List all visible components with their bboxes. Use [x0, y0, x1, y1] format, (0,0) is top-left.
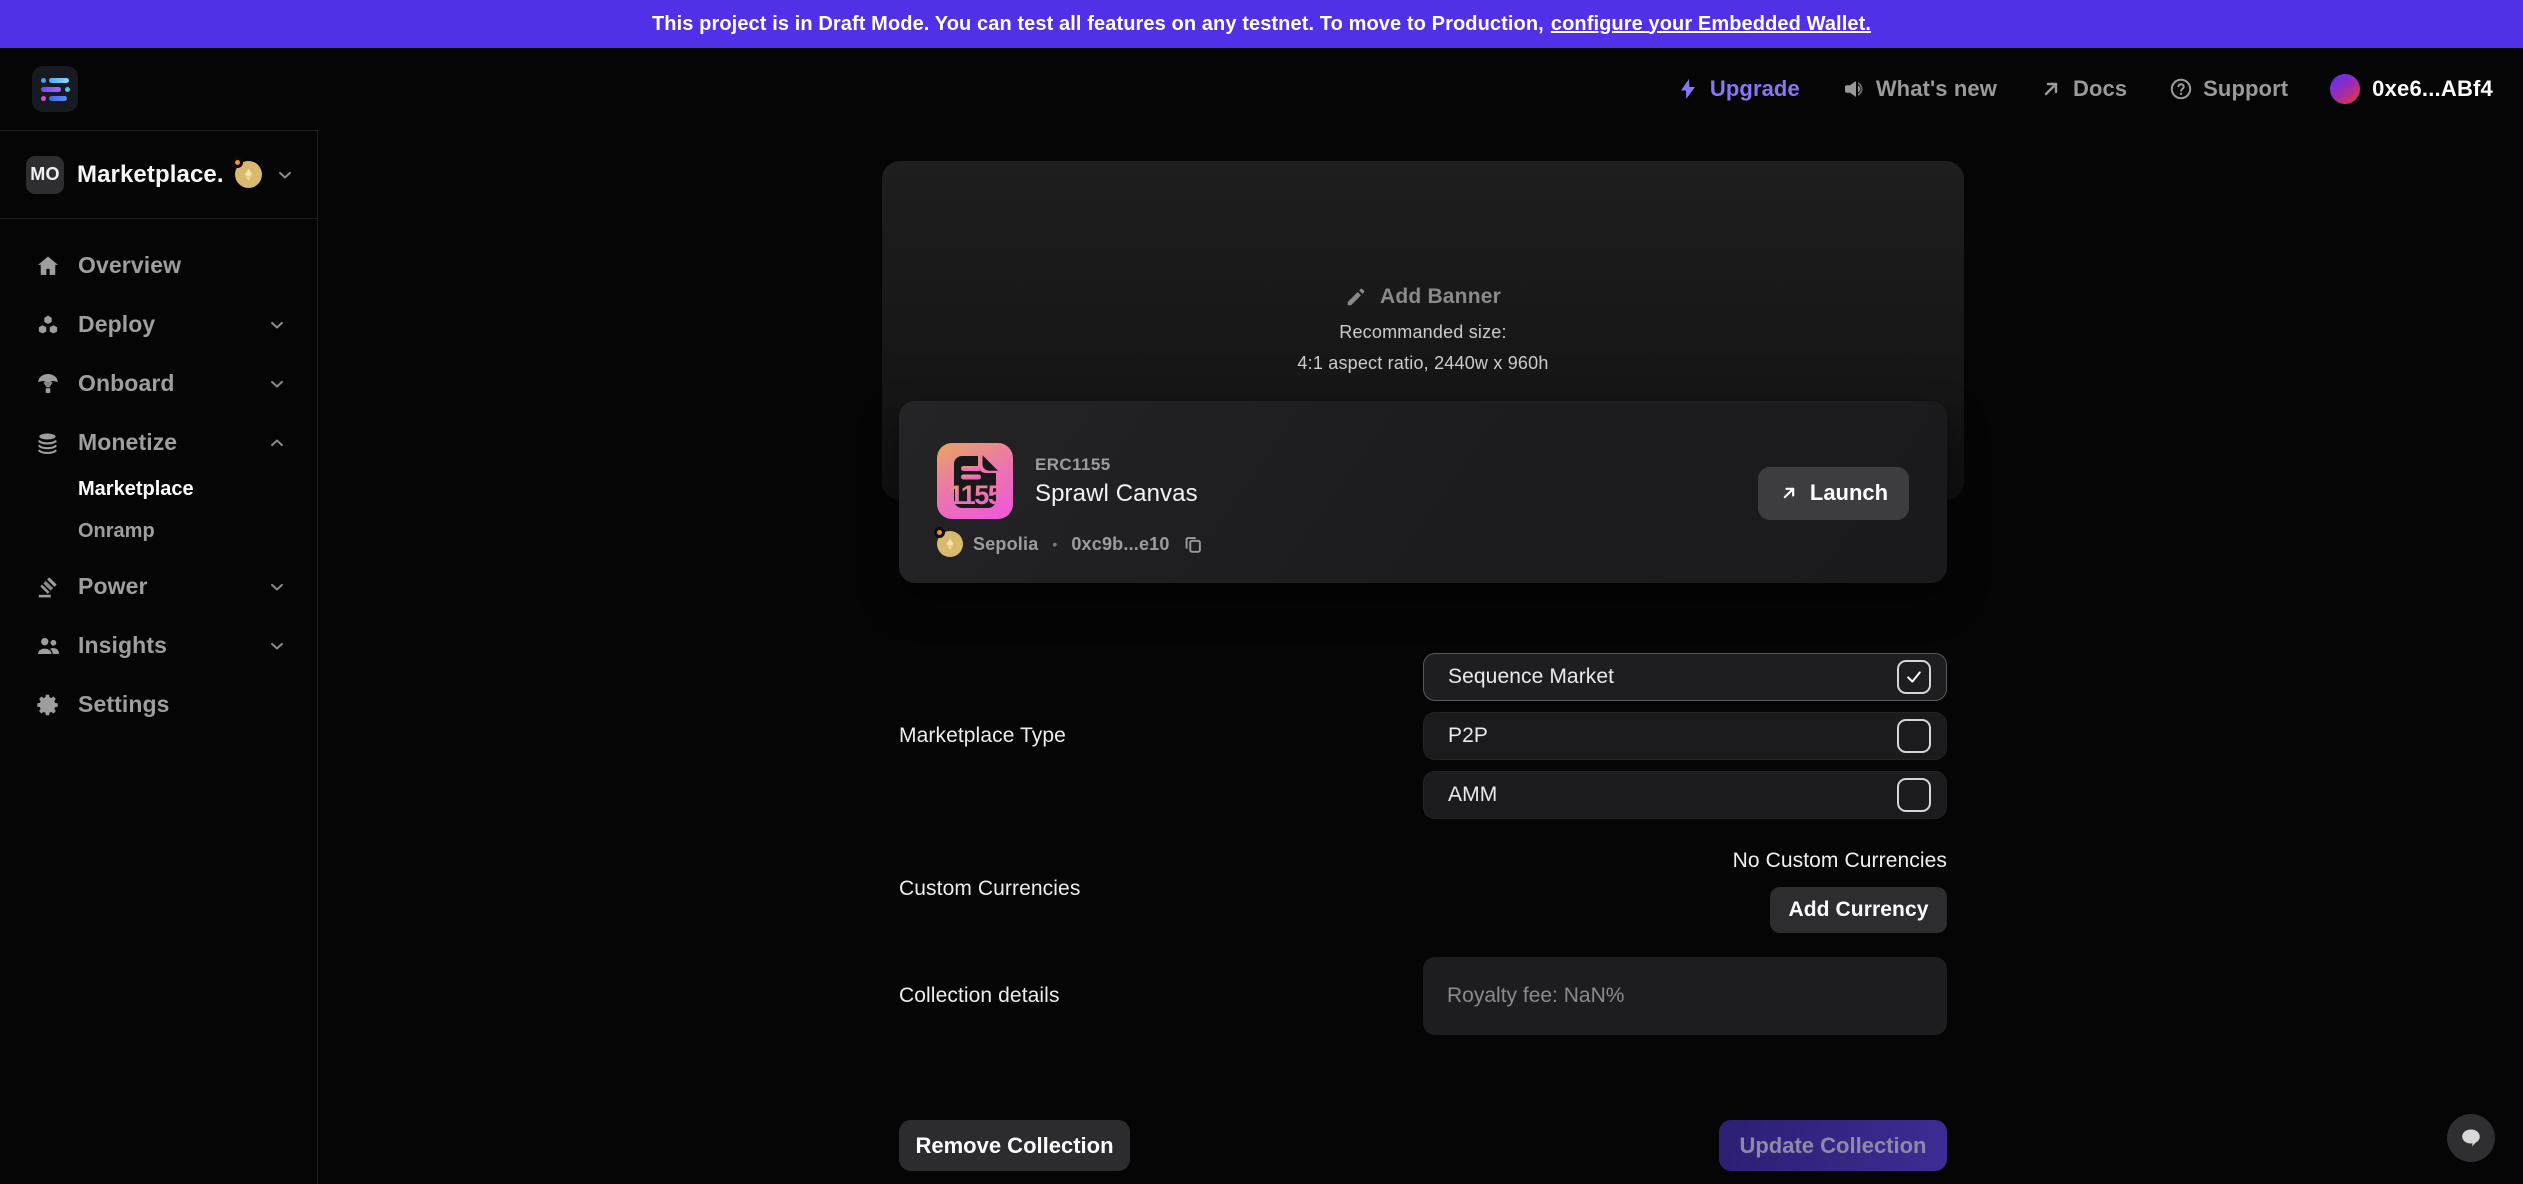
- chevron-down-icon: [267, 374, 287, 394]
- amm-checkbox[interactable]: [1897, 778, 1931, 812]
- svg-text:1155: 1155: [949, 480, 1003, 510]
- cubes-icon: [35, 312, 61, 338]
- sidebar-item-insights[interactable]: Insights: [0, 616, 317, 675]
- banner-size-hint-1: Recommanded size:: [1339, 322, 1506, 343]
- chevron-down-icon: [275, 165, 295, 185]
- sidebar-item-onboard[interactable]: Onboard: [0, 354, 317, 413]
- testnet-dot: [232, 157, 243, 168]
- sidebar: MO Marketplace... Overview Deploy Onboar…: [0, 130, 318, 1184]
- sidebar-item-settings[interactable]: Settings: [0, 675, 317, 734]
- sidebar-subitem-marketplace[interactable]: Marketplace: [0, 468, 317, 510]
- upgrade-button[interactable]: Upgrade: [1676, 76, 1800, 102]
- project-name: Marketplace...: [77, 161, 222, 189]
- chevron-down-icon: [267, 636, 287, 656]
- network-name: Sepolia: [973, 534, 1038, 555]
- chevron-up-icon: [267, 433, 287, 453]
- add-banner-label: Add Banner: [1380, 285, 1501, 309]
- token-standard-label: ERC1155: [1035, 455, 1198, 475]
- users-icon: [35, 633, 61, 659]
- testnet-dot: [934, 527, 945, 538]
- collection-details-label: Collection details: [899, 984, 1060, 1008]
- chat-bubble-icon: [2459, 1126, 2483, 1150]
- docs-label: Docs: [2073, 76, 2127, 102]
- draft-mode-message: This project is in Draft Mode. You can t…: [652, 13, 1544, 36]
- ethereum-icon: [943, 537, 957, 551]
- collection-details-row: Collection details: [899, 957, 1947, 1035]
- erc1155-icon: 1155: [937, 443, 1013, 519]
- sequence-logo[interactable]: [32, 66, 78, 112]
- remove-collection-button[interactable]: Remove Collection: [899, 1120, 1130, 1171]
- external-link-icon: [2039, 77, 2063, 101]
- sidebar-subitem-onramp[interactable]: Onramp: [0, 510, 317, 552]
- sequence-market-checkbox[interactable]: [1897, 660, 1931, 694]
- help-circle-icon: [2169, 77, 2193, 101]
- marketplace-type-options: Sequence Market P2P AMM: [1423, 653, 1947, 819]
- docs-button[interactable]: Docs: [2039, 76, 2127, 102]
- custom-currencies-row: Custom Currencies No Custom Currencies A…: [899, 845, 1947, 933]
- main-content: Add Banner Recommanded size: 4:1 aspect …: [899, 130, 1947, 1171]
- gear-icon: [35, 692, 61, 718]
- copy-icon: [1182, 533, 1204, 555]
- home-icon: [35, 253, 61, 279]
- update-collection-button[interactable]: Update Collection: [1719, 1120, 1947, 1171]
- wallet-address: 0xe6...ABf4: [2372, 76, 2493, 102]
- launch-button[interactable]: Launch: [1758, 467, 1909, 520]
- pencil-icon: [1345, 286, 1367, 308]
- chat-widget-button[interactable]: [2447, 1114, 2495, 1162]
- p2p-checkbox[interactable]: [1897, 719, 1931, 753]
- coins-icon: [35, 430, 61, 456]
- upgrade-label: Upgrade: [1710, 76, 1800, 102]
- collection-card: 1155 ERC1155 Sprawl Canvas Launch Sepoli…: [899, 401, 1947, 583]
- no-custom-currencies-text: No Custom Currencies: [1733, 845, 1947, 877]
- custom-currencies-label: Custom Currencies: [899, 877, 1080, 901]
- wallet-avatar: [2330, 74, 2360, 104]
- project-initials-badge: MO: [26, 156, 64, 194]
- option-p2p[interactable]: P2P: [1423, 712, 1947, 760]
- sepolia-network-badge: [937, 531, 963, 557]
- support-label: Support: [2203, 76, 2288, 102]
- copy-address-button[interactable]: [1182, 533, 1204, 555]
- megaphone-icon: [1842, 77, 1866, 101]
- chevron-down-icon: [267, 577, 287, 597]
- wallet-menu[interactable]: 0xe6...ABf4: [2330, 74, 2493, 104]
- gavel-icon: [35, 574, 61, 600]
- ethereum-icon: [241, 167, 256, 182]
- add-currency-button[interactable]: Add Currency: [1770, 887, 1947, 933]
- whats-new-button[interactable]: What's new: [1842, 76, 1997, 102]
- option-sequence-market[interactable]: Sequence Market: [1423, 653, 1947, 701]
- project-selector[interactable]: MO Marketplace...: [0, 131, 317, 219]
- lightning-icon: [1676, 77, 1700, 101]
- separator-dot: •: [1052, 536, 1057, 552]
- chevron-down-icon: [267, 315, 287, 335]
- marketplace-type-row: Marketplace Type Sequence Market P2P AMM: [899, 653, 1947, 819]
- support-button[interactable]: Support: [2169, 76, 2288, 102]
- whats-new-label: What's new: [1876, 76, 1997, 102]
- form-actions: Remove Collection Update Collection: [899, 1120, 1947, 1171]
- marketplace-type-label: Marketplace Type: [899, 724, 1066, 748]
- banner-size-hint-2: 4:1 aspect ratio, 2440w x 960h: [1297, 353, 1548, 374]
- parachute-icon: [35, 371, 61, 397]
- sidebar-nav: Overview Deploy Onboard Monetize Marketp…: [0, 219, 317, 734]
- sidebar-item-monetize[interactable]: Monetize: [0, 413, 317, 472]
- option-amm[interactable]: AMM: [1423, 771, 1947, 819]
- collection-name: Sprawl Canvas: [1035, 480, 1198, 508]
- sidebar-item-overview[interactable]: Overview: [0, 236, 317, 295]
- sidebar-item-deploy[interactable]: Deploy: [0, 295, 317, 354]
- configure-embedded-wallet-link[interactable]: configure your Embedded Wallet.: [1551, 13, 1871, 36]
- header-nav: Upgrade What's new Docs Support 0xe6...A…: [1676, 74, 2493, 104]
- sepolia-network-badge: [235, 161, 262, 188]
- sidebar-item-power[interactable]: Power: [0, 557, 317, 616]
- contract-address: 0xc9b...e10: [1071, 534, 1169, 555]
- royalty-fee-input[interactable]: [1423, 957, 1947, 1035]
- check-icon: [1904, 667, 1924, 687]
- draft-mode-banner: This project is in Draft Mode. You can t…: [0, 0, 2523, 48]
- top-header: Upgrade What's new Docs Support 0xe6...A…: [0, 48, 2523, 130]
- external-link-icon: [1779, 483, 1799, 503]
